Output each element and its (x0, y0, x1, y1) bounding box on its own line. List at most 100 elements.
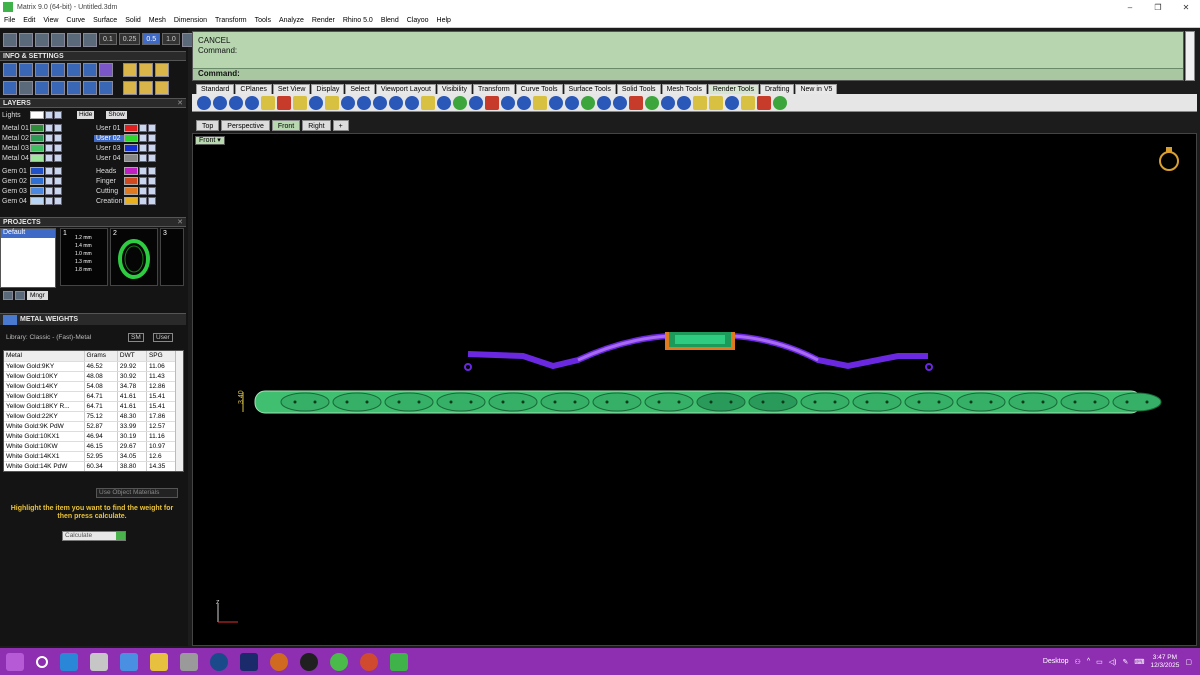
settings-icon[interactable] (3, 63, 17, 77)
lock-icon[interactable] (139, 197, 147, 205)
move-icon[interactable] (51, 33, 65, 47)
menu-rhino[interactable]: Rhino 5.0 (339, 17, 377, 24)
select-icon[interactable] (357, 95, 371, 110)
brush-icon[interactable] (341, 95, 355, 110)
table-row[interactable]: Yellow Gold:14KY 54.08 34.78 12.86 (4, 381, 177, 392)
app-icon[interactable] (270, 652, 288, 671)
zoom-value[interactable]: 0.25 (118, 33, 141, 45)
table-row[interactable]: White Gold:10KW 46.15 29.67 10.97 (4, 441, 177, 452)
restore-button[interactable]: ❐ (1144, 0, 1172, 14)
table-row[interactable]: Yellow Gold:18KY 64.71 41.61 15.41 (4, 391, 177, 402)
ring-gizmo-icon[interactable] (1159, 151, 1179, 171)
visibility-icon[interactable] (54, 134, 62, 142)
blend-icon[interactable] (421, 95, 435, 110)
toolbar-tab[interactable]: New in V5 (795, 84, 838, 94)
visibility-icon[interactable] (54, 187, 62, 195)
toolbar-tab[interactable]: CPlanes (235, 84, 272, 94)
project-item-default[interactable]: Default (1, 229, 55, 238)
layer-color-swatch[interactable] (30, 167, 44, 175)
layer-row[interactable]: User 01 (94, 123, 157, 133)
layer-row[interactable]: Cutting (94, 186, 157, 196)
lasso-icon[interactable] (389, 95, 403, 110)
lock-icon[interactable] (139, 154, 147, 162)
minimize-button[interactable]: – (1116, 0, 1144, 14)
column-header[interactable]: Metal (4, 351, 85, 362)
layer-color-swatch[interactable] (30, 124, 44, 132)
edit-icon[interactable] (83, 63, 97, 77)
windows-start-icon[interactable] (6, 652, 24, 671)
visibility-icon[interactable] (54, 154, 62, 162)
layer-row-lights[interactable]: Lights Hide Show (0, 110, 127, 120)
layer-color-swatch[interactable] (30, 154, 44, 162)
close-icon[interactable]: ✕ (177, 99, 183, 107)
command-input[interactable]: Command: (193, 68, 1183, 80)
menu-mesh[interactable]: Mesh (145, 17, 170, 24)
visibility-icon[interactable] (148, 154, 156, 162)
layer-row[interactable]: Gem 04 (0, 196, 63, 206)
texture-icon[interactable] (99, 81, 113, 95)
edit-icon[interactable] (741, 95, 755, 110)
lock-icon[interactable] (139, 144, 147, 152)
zoom-value[interactable]: 0.1 (99, 33, 117, 45)
column-header[interactable]: Grams (84, 351, 118, 362)
key-icon[interactable] (549, 95, 563, 110)
layer-color-swatch[interactable] (30, 177, 44, 185)
viewport-tab[interactable]: + (332, 120, 349, 131)
toolbar-tab[interactable]: Transform (473, 84, 515, 94)
up-icon[interactable] (15, 291, 25, 300)
chevron-up-icon[interactable]: ^ (1087, 658, 1090, 665)
pen-icon[interactable]: ✎ (1122, 658, 1128, 666)
layer-row[interactable]: Metal 03 (0, 143, 63, 153)
display-icon[interactable] (35, 81, 49, 95)
menu-analyze[interactable]: Analyze (275, 17, 308, 24)
material-icon[interactable] (277, 95, 291, 110)
menu-view[interactable]: View (39, 17, 62, 24)
user-button[interactable]: User (153, 333, 173, 342)
visibility-icon[interactable] (148, 134, 156, 142)
stop-icon[interactable] (629, 95, 643, 110)
search-icon[interactable] (19, 63, 33, 77)
recorder-icon[interactable] (300, 652, 318, 671)
layer-color-swatch[interactable] (124, 197, 138, 205)
lock-icon[interactable] (139, 134, 147, 142)
toolbar-tab[interactable]: Display (311, 84, 345, 94)
view-icon[interactable] (67, 33, 81, 47)
toolbar-tab[interactable]: Drafting (759, 84, 795, 94)
menu-transform[interactable]: Transform (211, 17, 251, 24)
column-header[interactable]: SPG (146, 351, 177, 362)
panel-icon[interactable] (693, 95, 707, 110)
checker-icon[interactable] (517, 95, 531, 110)
table-row[interactable]: White Gold:14KX1 52.95 34.05 12.6 (4, 451, 177, 462)
visibility-icon[interactable] (54, 197, 62, 205)
lock-icon[interactable] (139, 124, 147, 132)
toolbar-tab[interactable]: Visibility (436, 84, 473, 94)
layer-color-swatch[interactable] (30, 134, 44, 142)
table-row[interactable]: White Gold:10KX1 46.94 30.19 11.16 (4, 431, 177, 442)
photoshop-icon[interactable] (240, 652, 258, 671)
add-icon[interactable] (3, 291, 13, 300)
cube-icon[interactable] (51, 63, 65, 77)
menu-tools[interactable]: Tools (251, 17, 275, 24)
layer-color-swatch[interactable] (30, 197, 44, 205)
command-scrollbar[interactable] (1185, 31, 1195, 81)
camera-icon[interactable] (83, 81, 97, 95)
more-icon[interactable] (155, 81, 169, 95)
metal-weights-table[interactable]: Metal Grams DWT SPG Yellow Gold:9KY 46.52… (3, 350, 184, 472)
layer-row[interactable]: Gem 02 (0, 176, 63, 186)
cylinder-icon[interactable] (67, 63, 81, 77)
mesh-icon[interactable] (437, 95, 451, 110)
lock-icon[interactable] (45, 177, 53, 185)
layer-color-swatch[interactable] (124, 187, 138, 195)
lock-icon[interactable] (45, 197, 53, 205)
table-row[interactable]: Yellow Gold:18KY R... 64.71 41.61 15.41 (4, 401, 177, 412)
layer-color-swatch[interactable] (124, 177, 138, 185)
render-icon[interactable] (261, 95, 275, 110)
layer-color-swatch[interactable] (30, 187, 44, 195)
globe-icon[interactable] (405, 95, 419, 110)
viewport-tab[interactable]: Top (196, 120, 220, 131)
viewport-tab[interactable]: Front (271, 120, 301, 131)
lock-icon[interactable] (45, 111, 53, 119)
project-thumbnail-1[interactable]: 1 1.2 mm 1.4 mm 1.0 mm 1.3 mm 1.8 mm (60, 228, 108, 286)
app-icon[interactable] (330, 652, 348, 671)
lock-icon[interactable] (139, 167, 147, 175)
